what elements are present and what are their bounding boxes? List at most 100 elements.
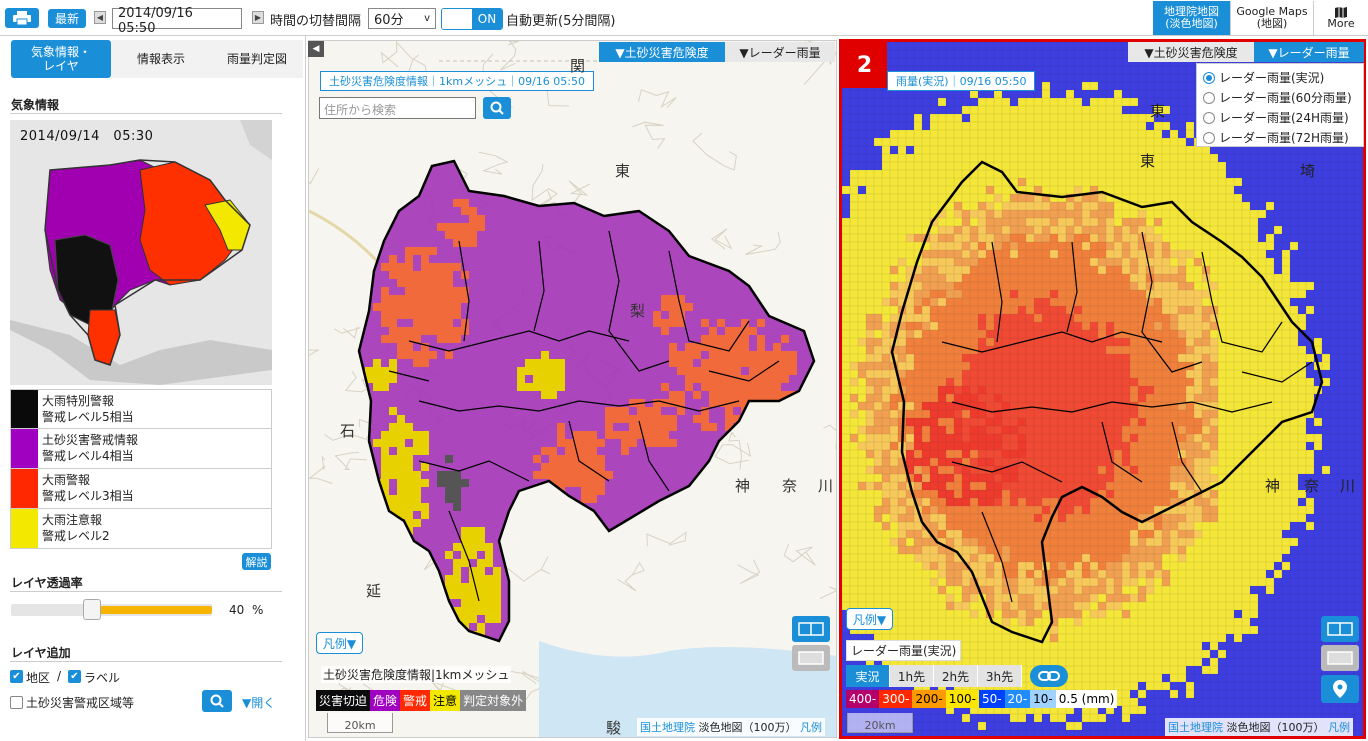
forecast-tab[interactable]: 2h先 xyxy=(934,665,978,687)
open-link[interactable]: ▼開く xyxy=(242,694,275,711)
map2-place-label: 東 xyxy=(1140,152,1156,170)
interval-label: 時間の切替間隔 xyxy=(270,14,362,29)
map2-split-view-button[interactable] xyxy=(1321,616,1359,642)
map2-place-label: 川 xyxy=(1340,477,1356,495)
interval-value: 60分 xyxy=(374,13,404,28)
address-search-button[interactable] xyxy=(483,97,511,119)
tab-info-display[interactable]: 情報表示 xyxy=(111,40,211,78)
map2-legend-link[interactable]: 凡例 xyxy=(1328,721,1350,734)
legend-swatch xyxy=(11,429,38,468)
opacity-slider-handle[interactable] xyxy=(83,599,101,620)
top-toolbar: 最新 ◀ 2014/09/16 05:50 ▶ 時間の切替間隔 60分 v ON… xyxy=(0,0,1368,36)
next-time-button[interactable]: ▶ xyxy=(252,11,264,24)
legend-label: 大雨警報 警戒レベル3相当 xyxy=(42,473,134,503)
map1-legend-title: 土砂災害危険度情報|1kmメッシュ xyxy=(321,666,512,683)
interval-select[interactable]: 60分 v xyxy=(368,8,436,29)
address-search-input[interactable]: 住所から検索 xyxy=(319,97,476,119)
google-maps-button[interactable]: Google Maps (地図) xyxy=(1230,1,1313,35)
rain-scale-item: 100- xyxy=(945,690,979,708)
landslide-risk-map[interactable] xyxy=(308,40,837,738)
more-button[interactable]: More xyxy=(1313,1,1368,35)
radar-type-radio[interactable]: レーダー雨量(60分雨量) xyxy=(1203,89,1357,106)
forecast-tab[interactable]: 3h先 xyxy=(978,665,1022,687)
map1-place-label: 駿 xyxy=(606,719,622,737)
map1-tab-landslide[interactable]: ▼土砂災害危険度 xyxy=(599,42,725,62)
area-checkbox[interactable] xyxy=(10,696,23,709)
map1-category-item: 災害切迫 xyxy=(316,690,371,711)
warning-map-svg xyxy=(10,120,272,385)
opacity-slider[interactable] xyxy=(11,599,212,620)
tab-rain-chart[interactable]: 雨量判定図 xyxy=(211,40,303,78)
radio-label: レーダー雨量(実況) xyxy=(1219,71,1325,85)
district-label: 地区 xyxy=(26,671,51,685)
link-maps-button[interactable] xyxy=(1030,665,1068,687)
map2-place-label: 奈 xyxy=(1304,477,1320,495)
map2-gsi-link[interactable]: 国土地理院 xyxy=(1168,721,1223,734)
landslide-map-svg xyxy=(309,41,836,737)
legend-row: 土砂災害警戒情報 警戒レベル4相当 xyxy=(10,429,272,469)
map1-legend-link[interactable]: 凡例 xyxy=(800,721,822,734)
search-icon xyxy=(490,101,504,115)
split-view-icon xyxy=(1327,622,1353,636)
more-label: More xyxy=(1327,16,1355,30)
chevron-down-icon: v xyxy=(424,13,430,24)
radar-type-radio[interactable]: レーダー雨量(実況) xyxy=(1203,69,1357,86)
map-icon xyxy=(1335,6,1347,18)
map2-place-label: 神 xyxy=(1265,477,1281,495)
auto-update-toggle[interactable]: ON xyxy=(441,8,503,30)
radar-type-radio[interactable]: レーダー雨量(72H雨量) xyxy=(1203,129,1357,146)
map1-single-view-button[interactable] xyxy=(792,645,830,671)
map2-tab-landslide[interactable]: ▼土砂災害危険度 xyxy=(1128,42,1254,62)
map1-basemap-text: 淡色地図（100万） xyxy=(698,721,797,734)
map2-tab-radar[interactable]: ▼レーダー雨量 xyxy=(1254,42,1364,62)
map1-category-item: 注意 xyxy=(430,690,461,711)
legend-row: 大雨警報 警戒レベル3相当 xyxy=(10,469,272,509)
map2-basemap-text: 淡色地図（100万） xyxy=(1226,721,1325,734)
map2-legend-button[interactable]: 凡例▼ xyxy=(846,608,893,630)
legend-swatch xyxy=(11,469,38,508)
opacity-title: レイヤ透過率 xyxy=(11,576,83,590)
map2-info-label: 雨量(実況)｜09/16 05:50 xyxy=(887,71,1036,91)
legend-row: 大雨特別警報 警戒レベル5相当 xyxy=(10,389,272,429)
legend-swatch xyxy=(11,390,38,428)
checkbox-separator: / xyxy=(57,669,62,683)
district-checkbox[interactable]: ✔ xyxy=(10,670,23,683)
map2-single-view-button[interactable] xyxy=(1321,645,1359,671)
forecast-tab[interactable]: 実況 xyxy=(846,665,890,687)
map1-attribution: 国土地理院 淡色地図（100万） 凡例 xyxy=(637,718,825,736)
map1-scale-bar: 20km xyxy=(327,713,393,733)
radio-label: レーダー雨量(24H雨量) xyxy=(1219,111,1349,125)
rain-scale-item: 400- xyxy=(846,690,880,708)
thumbnail-time: 2014/09/14 05:30 xyxy=(20,129,154,144)
map1-tab-radar[interactable]: ▼レーダー雨量 xyxy=(725,42,835,62)
rain-scale-item: 50- xyxy=(978,690,1005,708)
search-icon xyxy=(210,694,224,708)
forecast-tab[interactable]: 1h先 xyxy=(890,665,934,687)
map1-place-label: 延 xyxy=(366,582,382,600)
warning-thumbnail-map[interactable]: 2014/09/14 05:30 xyxy=(10,120,272,385)
map1-split-view-button[interactable] xyxy=(792,616,830,642)
map2-number-badge: 2 xyxy=(842,42,887,88)
tab-weather-layer[interactable]: 気象情報・ レイヤ xyxy=(11,40,111,78)
explain-button[interactable]: 解説 xyxy=(242,553,271,570)
map1-gsi-link[interactable]: 国土地理院 xyxy=(640,721,695,734)
map2-scale-bar: 20km xyxy=(847,713,913,733)
prev-time-button[interactable]: ◀ xyxy=(94,11,106,24)
map2-place-label: 東 xyxy=(1150,102,1166,120)
print-button[interactable] xyxy=(5,8,39,28)
collapse-panel-button[interactable]: ◀ xyxy=(308,41,324,57)
map2-current-location-button[interactable] xyxy=(1321,675,1359,703)
datetime-field[interactable]: 2014/09/16 05:50 xyxy=(112,6,242,36)
label-checkbox[interactable]: ✔ xyxy=(68,670,81,683)
basemap-button[interactable]: 地理院地図 (淡色地図) xyxy=(1153,1,1230,35)
legend-row: 大雨注意報 警戒レベル2 xyxy=(10,509,272,549)
latest-button[interactable]: 最新 xyxy=(48,9,86,28)
legend-label: 大雨特別警報 警戒レベル5相当 xyxy=(42,394,134,424)
search-area-button[interactable] xyxy=(202,690,232,712)
legend-label: 大雨注意報 警戒レベル2 xyxy=(42,513,110,543)
map1-category-item: 判定対象外 xyxy=(460,690,527,711)
radar-type-radio[interactable]: レーダー雨量(24H雨量) xyxy=(1203,109,1357,126)
forecast-time-tabs: 実況 1h先 2h先 3h先 xyxy=(846,665,1022,687)
divider xyxy=(10,591,282,592)
map1-legend-button[interactable]: 凡例▼ xyxy=(316,632,363,654)
